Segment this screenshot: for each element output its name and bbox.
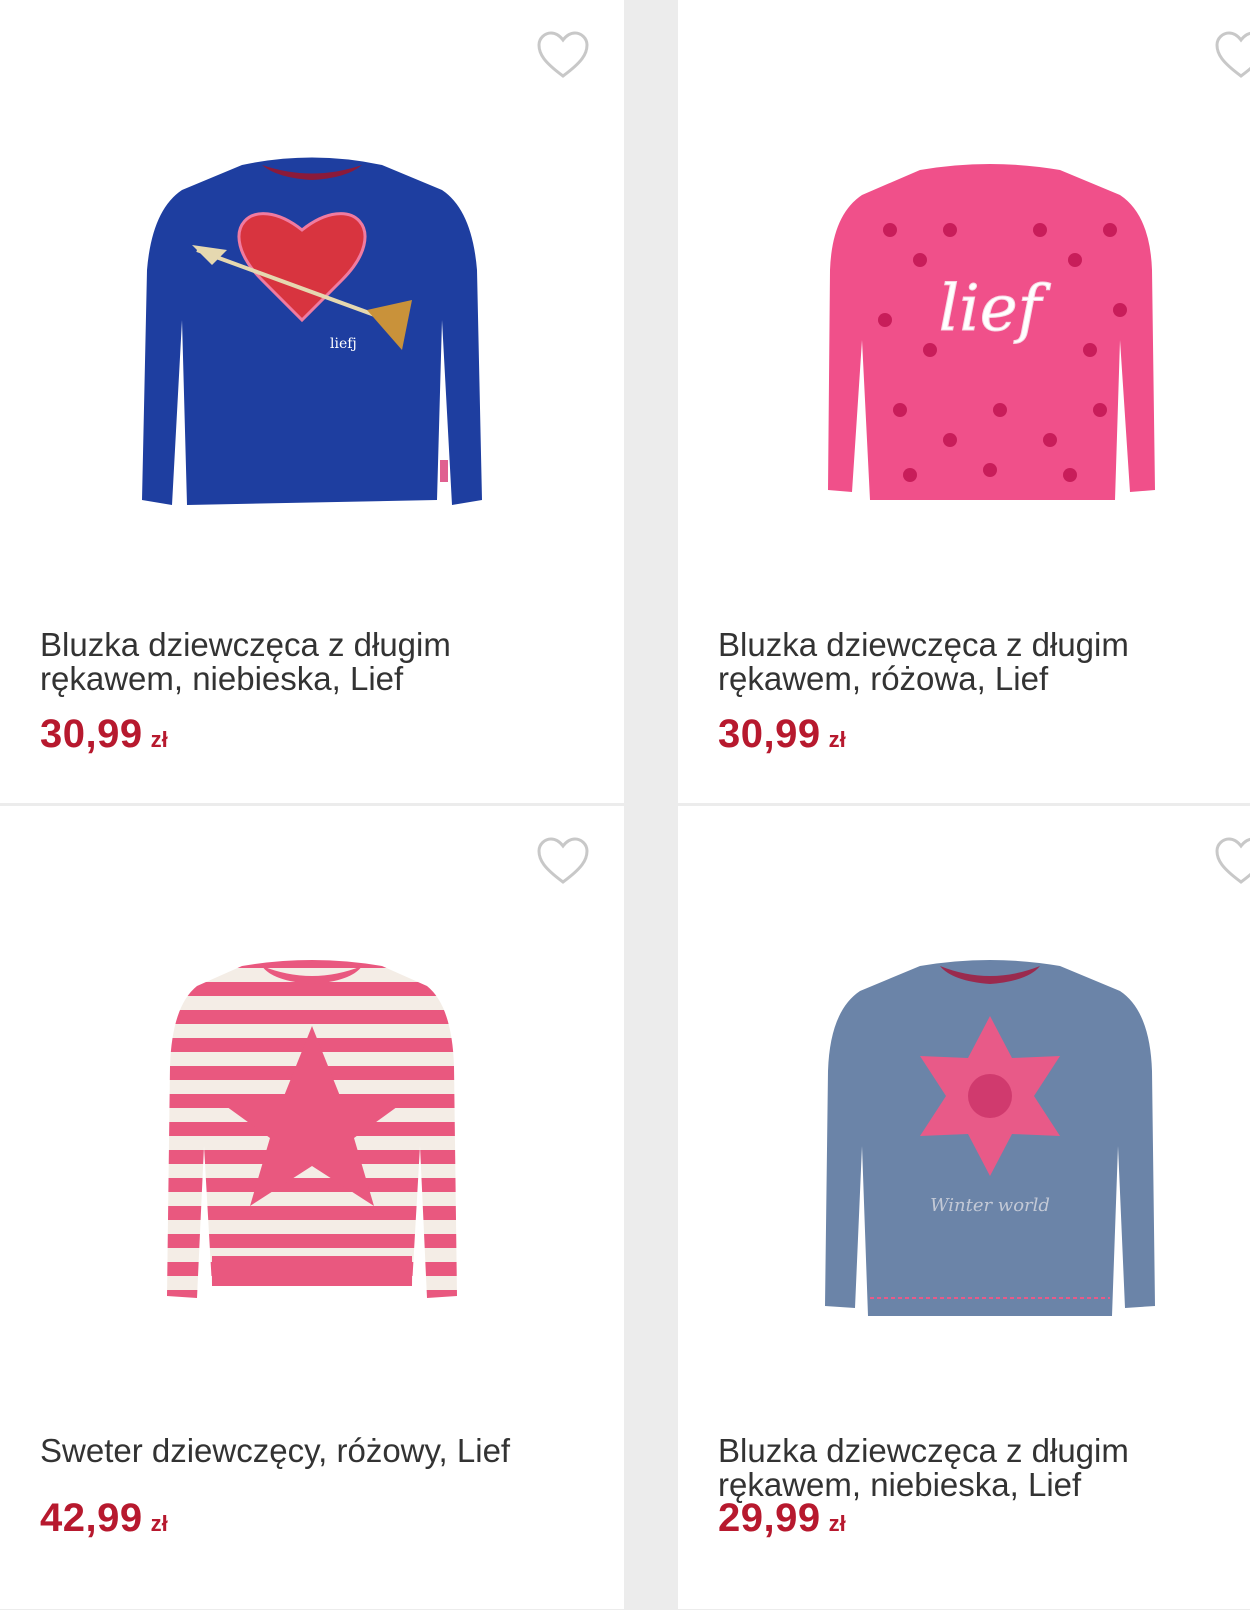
product-card[interactable]: Sweter dziewczęcy, różowy, Lief 42,99 zł [0, 806, 624, 1609]
price-currency: zł [150, 1511, 168, 1536]
price-currency: zł [150, 727, 168, 752]
product-image[interactable]: lief [678, 60, 1250, 580]
product-price[interactable]: 42,99 zł [40, 1496, 168, 1541]
product-image[interactable] [0, 866, 624, 1386]
product-price[interactable]: 29,99 zł [718, 1496, 846, 1541]
blue-long-sleeve-top-with-heart-image: liefj [142, 157, 482, 505]
price-amount: 42,99 [40, 1496, 143, 1540]
pink-striped-sweater-with-star-image [167, 960, 457, 1298]
pink-long-sleeve-top-with-hearts-image: lief [828, 164, 1155, 500]
price-amount: 29,99 [718, 1496, 821, 1540]
product-title[interactable]: Bluzka dziewczęca z długim rękawem, nieb… [718, 1434, 1250, 1502]
product-price[interactable]: 30,99 zł [718, 712, 846, 757]
price-amount: 30,99 [40, 712, 143, 756]
print-text: Winter world [930, 1195, 1050, 1216]
price-currency: zł [828, 1511, 846, 1536]
print-text: liefj [330, 336, 357, 352]
grey-blue-top-with-snowflake-image: Winter world [825, 960, 1155, 1316]
product-card[interactable]: lief Bluzka dziewczęca z długim rękawem,… [678, 0, 1250, 803]
product-card[interactable]: liefj Bluzka dziewczęca z długim rękawem… [0, 0, 624, 803]
price-currency: zł [828, 727, 846, 752]
product-title[interactable]: Sweter dziewczęcy, różowy, Lief [40, 1434, 600, 1468]
product-price[interactable]: 30,99 zł [40, 712, 168, 757]
print-text: lief [939, 272, 1052, 346]
price-amount: 30,99 [718, 712, 821, 756]
product-title[interactable]: Bluzka dziewczęca z długim rękawem, nieb… [40, 628, 600, 696]
product-grid: liefj Bluzka dziewczęca z długim rękawem… [0, 0, 1250, 1610]
product-card[interactable]: Winter world Bluzka dziewczęca z długim … [678, 806, 1250, 1609]
product-image[interactable]: Winter world [678, 866, 1250, 1386]
product-image[interactable]: liefj [0, 60, 624, 580]
product-title[interactable]: Bluzka dziewczęca z długim rękawem, różo… [718, 628, 1250, 696]
